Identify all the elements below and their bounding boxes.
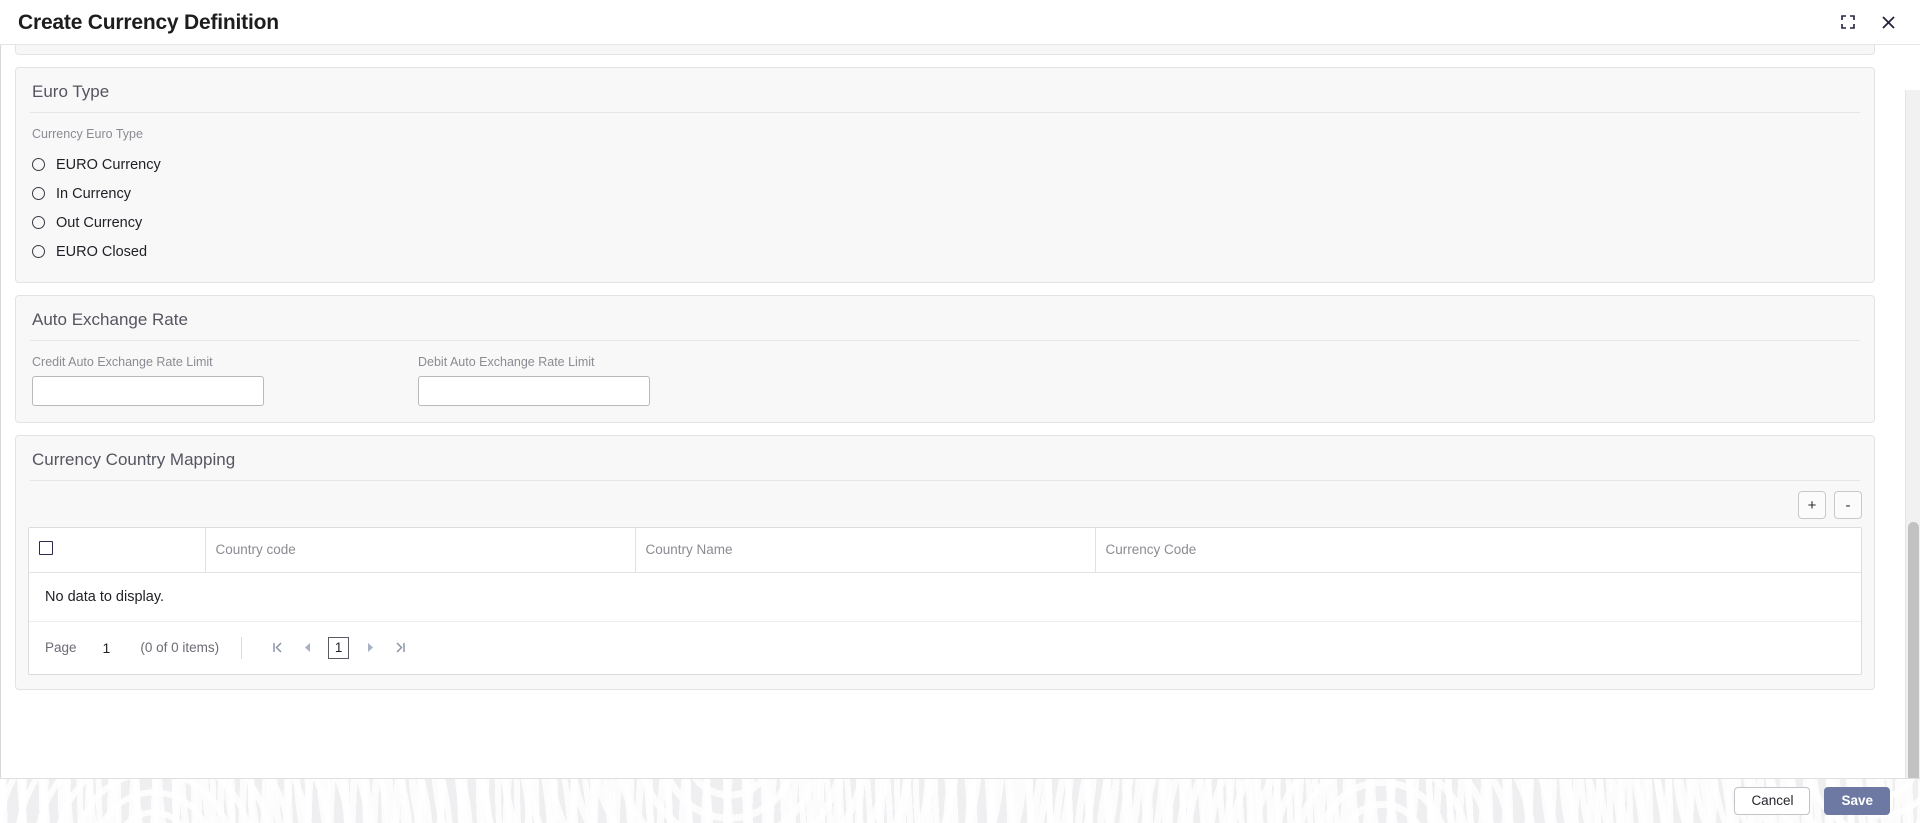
save-button[interactable]: Save: [1824, 787, 1890, 815]
remove-row-button[interactable]: -: [1834, 491, 1862, 519]
table-pagination: Page 1 (0 of 0 items) 1: [29, 622, 1861, 674]
radio-circle-icon: [32, 216, 45, 229]
add-row-button[interactable]: +: [1798, 491, 1826, 519]
section-title-currency-country-mapping: Currency Country Mapping: [32, 450, 236, 469]
auto-exchange-rate-fields: Credit Auto Exchange Rate Limit Debit Au…: [32, 355, 1858, 406]
currency-euro-type-label: Currency Euro Type: [32, 127, 143, 141]
next-page-icon[interactable]: [355, 635, 385, 661]
radio-label: In Currency: [56, 185, 131, 202]
pagination-current-page-button[interactable]: 1: [328, 636, 350, 659]
pagination-divider: [241, 636, 243, 659]
radio-circle-icon: [32, 245, 45, 258]
cancel-button[interactable]: Cancel: [1734, 787, 1811, 815]
radio-circle-icon: [32, 187, 45, 200]
radio-euro-currency[interactable]: EURO Currency: [32, 150, 1858, 179]
section-title-auto-exchange-rate: Auto Exchange Rate: [32, 310, 188, 329]
last-page-icon[interactable]: [385, 635, 415, 661]
debit-auto-exchange-rate-limit-group: Debit Auto Exchange Rate Limit: [418, 355, 804, 406]
currency-euro-type-radio-group: EURO Currency In Currency Out Currency E…: [32, 150, 1858, 266]
pagination-page-label: Page: [45, 640, 77, 655]
previous-page-icon[interactable]: [292, 635, 322, 661]
window-footer: Cancel Save: [0, 778, 1920, 823]
table-header-country-code: Country code: [205, 528, 636, 573]
pagination-page-number[interactable]: 1: [103, 640, 111, 656]
radio-in-currency[interactable]: In Currency: [32, 179, 1858, 208]
currency-country-mapping-table: Country code Country Name Currency Code …: [28, 527, 1862, 675]
restore-collapse-icon[interactable]: [1838, 12, 1858, 32]
window-body: Euro Type Currency Euro Type EURO Curren…: [0, 45, 1920, 778]
debit-auto-exchange-rate-limit-input[interactable]: [418, 376, 650, 406]
section-body-euro-type: Currency Euro Type EURO Currency In Curr…: [16, 113, 1874, 282]
credit-auto-exchange-rate-limit-group: Credit Auto Exchange Rate Limit: [32, 355, 418, 406]
no-data-message: No data to display.: [29, 572, 1861, 622]
create-currency-definition-window: Create Currency Definition Euro Type Cur…: [0, 0, 1920, 823]
table-toolbar: + -: [16, 481, 1874, 527]
footer-watermark-pattern: [0, 779, 1920, 823]
table-body: No data to display.: [29, 572, 1861, 622]
table-header-currency-code: Currency Code: [1095, 528, 1861, 573]
credit-auto-exchange-rate-limit-input[interactable]: [32, 376, 264, 406]
section-body-auto-exchange-rate: Credit Auto Exchange Rate Limit Debit Au…: [16, 341, 1874, 422]
radio-label: EURO Closed: [56, 243, 148, 260]
radio-circle-icon: [32, 158, 45, 171]
radio-label: Out Currency: [56, 214, 143, 231]
section-title-euro-type: Euro Type: [32, 82, 110, 101]
section-auto-exchange-rate: Auto Exchange Rate Credit Auto Exchange …: [15, 295, 1875, 423]
table-header-select-all: [29, 528, 206, 573]
credit-auto-exchange-rate-limit-label: Credit Auto Exchange Rate Limit: [32, 355, 213, 369]
pagination-item-count: (0 of 0 items): [140, 640, 220, 655]
select-all-checkbox[interactable]: [39, 541, 53, 556]
previous-section-stub: [15, 45, 1875, 55]
radio-euro-closed[interactable]: EURO Closed: [32, 237, 1858, 266]
debit-auto-exchange-rate-limit-label: Debit Auto Exchange Rate Limit: [418, 355, 595, 369]
table-empty-row: No data to display.: [29, 572, 1861, 622]
window-controls: [1838, 12, 1898, 32]
table-header-row: Country code Country Name Currency Code: [29, 528, 1861, 573]
section-euro-type: Euro Type Currency Euro Type EURO Curren…: [15, 67, 1875, 283]
radio-out-currency[interactable]: Out Currency: [32, 208, 1858, 237]
window-header: Create Currency Definition: [0, 0, 1920, 45]
radio-label: EURO Currency: [56, 156, 161, 173]
section-currency-country-mapping: Currency Country Mapping + - Country cod…: [15, 435, 1875, 690]
vertical-scrollbar-thumb[interactable]: [1908, 522, 1919, 778]
table-header-country-name: Country Name: [635, 528, 1096, 573]
pagination-nav: 1: [262, 635, 415, 661]
vertical-scrollbar[interactable]: [1905, 90, 1920, 778]
close-icon[interactable]: [1878, 12, 1898, 32]
first-page-icon[interactable]: [262, 635, 292, 661]
page-title: Create Currency Definition: [18, 10, 279, 34]
scroll-content: Euro Type Currency Euro Type EURO Curren…: [1, 45, 1905, 778]
